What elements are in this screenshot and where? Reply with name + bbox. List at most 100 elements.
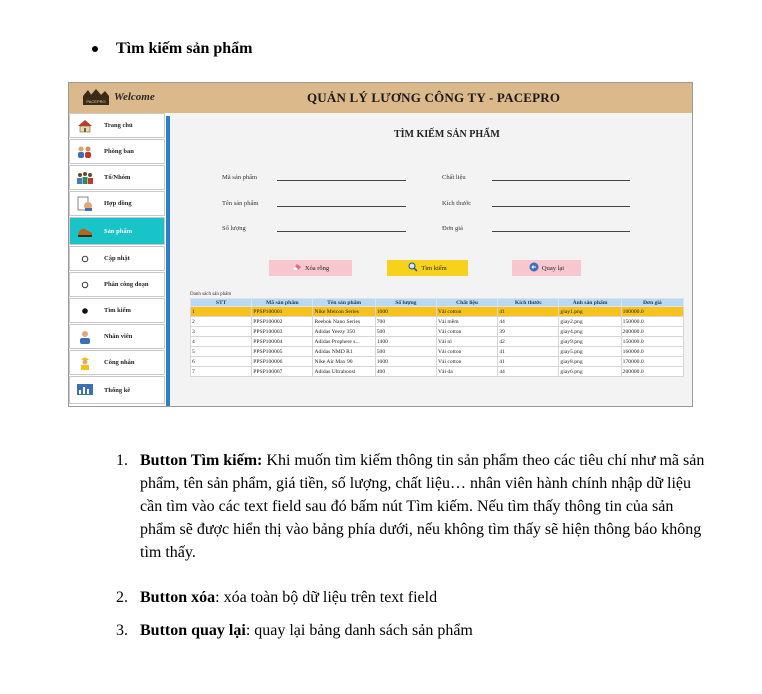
sidebar-item-home[interactable]: Trang chủ — [69, 113, 165, 138]
back-arrow-icon — [529, 262, 539, 274]
product-table: STT Mã sản phẩm Tên sản phẩm Số lượng Ch… — [189, 298, 685, 377]
statistics-icon — [74, 380, 96, 400]
sidebar-item-employee[interactable]: Nhân viên — [69, 324, 165, 349]
welcome-label: Welcome — [114, 91, 155, 103]
column-header[interactable]: Ảnh sản phẩm — [558, 298, 622, 307]
table-cell: PPSP100001 — [251, 306, 314, 317]
app-window: PACEPRO Welcome QUẢN LÝ LƯƠNG CÔNG TY - … — [68, 82, 693, 407]
sidebar-item-statistics[interactable]: Thống kê — [69, 376, 165, 404]
quantity-input[interactable] — [277, 231, 406, 232]
table-cell: 400 — [374, 366, 437, 377]
column-header[interactable]: Chất liệu — [435, 298, 499, 307]
table-row[interactable]: 6 PPSP100006 Nike Air Max 90 1000 Vải cotton… — [189, 356, 685, 367]
sidebar-item-group[interactable]: Tổ/Nhóm — [69, 165, 165, 190]
clear-button-label: Xóa rỗng — [304, 264, 330, 272]
list-body: : xóa toàn bộ dữ liệu trên text field — [215, 589, 438, 606]
table-cell: 2 — [189, 316, 253, 327]
sidebar-item-label: Tổ/Nhóm — [104, 174, 131, 181]
table-cell: 3 — [189, 326, 253, 337]
table-row[interactable]: 3 PPSP100003 Adidas Yeezy 350 500 Vải cotton… — [189, 326, 685, 337]
column-header[interactable]: Số lượng — [374, 298, 437, 307]
table-cell: Vải cotton — [435, 326, 499, 337]
table-cell: Nike Metcon Series — [312, 306, 376, 317]
unit-price-input[interactable] — [492, 231, 630, 232]
table-cell: 44 — [497, 316, 560, 327]
sidebar-item-label: Trang chủ — [104, 122, 133, 129]
sidebar-item-label: Nhân viên — [104, 333, 133, 340]
list-body: : quay lại bảng danh sách sản phẩm — [245, 622, 473, 639]
table-cell: PPSP100005 — [251, 346, 314, 357]
material-label: Chất liệu — [442, 174, 466, 181]
table-cell: giay4.png — [558, 326, 622, 337]
column-header[interactable]: Mã sản phẩm — [251, 298, 314, 307]
table-cell: 4 — [189, 336, 253, 347]
table-row-selected[interactable]: 1 PPSP100001 Nike Metcon Series 1000 Vải cot… — [189, 306, 685, 317]
search-button[interactable]: Tìm kiếm — [387, 260, 468, 276]
table-cell: 1 — [189, 306, 253, 317]
back-button[interactable]: Quay lại — [512, 260, 581, 276]
table-cell: Vải nỉ — [435, 336, 499, 347]
list-number: 1. — [116, 452, 128, 469]
table-row[interactable]: 2 PPSP100002 Reebok Nano Series 700 Vải mềm 4… — [189, 316, 685, 327]
column-header[interactable]: Đơn giá — [620, 298, 685, 307]
column-header[interactable]: Tên sản phẩm — [312, 298, 376, 307]
table-row[interactable]: 4 PPSP100004 Adidas Prophere s... 1400 Vải n… — [189, 336, 685, 347]
table-cell: 200000.0 — [620, 366, 685, 377]
table-cell: Adidas Ultraboost — [312, 366, 376, 377]
column-header[interactable]: STT — [189, 298, 253, 307]
sidebar-item-product[interactable]: Sản phẩm — [69, 217, 165, 245]
radio-empty-icon — [74, 249, 96, 269]
table-cell: 44 — [497, 366, 560, 377]
table-cell: 170000.0 — [620, 356, 685, 367]
list-item-3: 3. Button quay lại: quay lại bảng danh s… — [116, 619, 716, 643]
table-caption: Danh sách sản phẩm — [190, 292, 232, 297]
table-cell: PPSP100004 — [251, 336, 314, 347]
product-name-input[interactable] — [277, 206, 406, 207]
sidebar-item-department[interactable]: Phòng ban — [69, 139, 165, 164]
svg-text:PACEPRO: PACEPRO — [86, 99, 105, 104]
app-title: QUẢN LÝ LƯƠNG CÔNG TY - PACEPRO — [307, 90, 561, 105]
table-cell: 1000 — [374, 356, 437, 367]
sidebar-item-worker[interactable]: Công nhân — [69, 350, 165, 375]
table-cell: giay1.png — [558, 306, 622, 317]
table-cell: 200000.0 — [620, 326, 685, 337]
sidebar-item-contract[interactable]: Hợp đồng — [69, 191, 165, 216]
product-icon — [74, 221, 96, 241]
product-name-label: Tên sản phẩm — [222, 200, 259, 207]
table-header-row: STT Mã sản phẩm Tên sản phẩm Số lượng Ch… — [189, 298, 685, 307]
table-cell: Nike Air Max 90 — [312, 356, 376, 367]
list-bold: Button xóa — [140, 589, 216, 606]
table-row[interactable]: 7 PPSP100007 Adidas Ultraboost 400 Vải da 44 g… — [189, 366, 685, 377]
table-cell: PPSP100003 — [251, 326, 314, 337]
table-cell: 150000.0 — [620, 336, 685, 347]
size-label: Kích thước — [442, 200, 472, 207]
department-icon — [74, 142, 96, 162]
table-cell: Adidas Prophere s... — [312, 336, 376, 347]
table-cell: giay2.png — [558, 316, 622, 327]
table-cell: 700 — [374, 316, 437, 327]
list-text: Button quay lại: quay lại bảng danh sách… — [140, 619, 710, 642]
table-cell: 100000.0 — [620, 306, 685, 317]
sidebar-item-update[interactable]: Cập nhật — [69, 246, 165, 271]
product-code-input[interactable] — [277, 180, 406, 181]
list-text: Button xóa: xóa toàn bộ dữ liệu trên tex… — [140, 586, 710, 609]
material-input[interactable] — [492, 180, 630, 181]
clear-button[interactable]: Xóa rỗng — [269, 260, 352, 276]
sidebar-item-assign[interactable]: Phân công đoạn — [69, 272, 165, 297]
table-cell: Vải cotton — [435, 356, 499, 367]
table-row[interactable]: 5 PPSP100005 Adidas NMD R1 500 Vải cotton 41 g… — [189, 346, 685, 357]
radio-filled-icon — [74, 301, 96, 321]
list-number: 3. — [116, 622, 128, 639]
table-cell: PPSP100002 — [251, 316, 314, 327]
table-cell: 160000.0 — [620, 346, 685, 357]
size-input[interactable] — [492, 206, 630, 207]
worker-icon — [74, 353, 96, 373]
sidebar-item-search[interactable]: Tìm kiếm — [69, 298, 165, 323]
table-cell: Reebok Nano Series — [312, 316, 376, 327]
doc-heading-text: Tìm kiếm sản phẩm — [116, 40, 253, 57]
pacepro-logo: PACEPRO — [83, 89, 109, 105]
column-header[interactable]: Kích thước — [497, 298, 560, 307]
table-cell: giay9.png — [558, 336, 622, 347]
table-cell: giay8.png — [558, 356, 622, 367]
table-cell: 6 — [189, 356, 253, 367]
